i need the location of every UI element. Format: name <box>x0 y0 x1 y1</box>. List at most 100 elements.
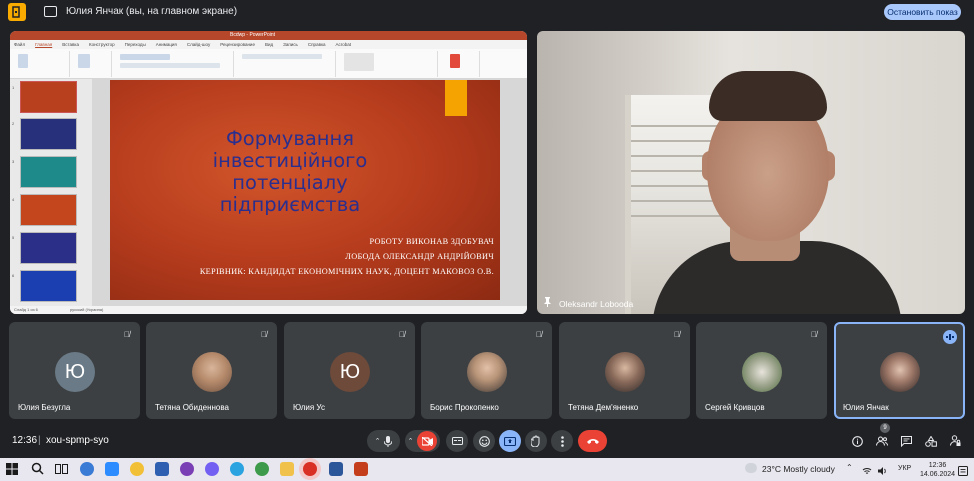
system-clock[interactable]: 12:36 14.06.2024 <box>920 461 955 479</box>
present-screen-button[interactable] <box>499 430 521 452</box>
avatar <box>742 352 782 392</box>
speaker-name: Oleksandr Lobooda <box>559 299 634 309</box>
captions-button[interactable] <box>446 430 468 452</box>
ribbon-tab[interactable]: Конструктор <box>89 42 115 47</box>
powerpoint-statusbar: Слайд 1 из 6 русский (Украина) <box>10 306 527 314</box>
shapes-icon <box>925 435 937 447</box>
word-icon[interactable] <box>329 462 343 476</box>
shared-screen-tile[interactable]: Bcdwp - PowerPoint Файл Главная Вставка … <box>10 31 527 314</box>
meeting-controls-bar: 12:36 | xou-spmp-syo ⌃ ⌃ <box>0 425 974 458</box>
mic-off-icon: 🎙̸ <box>674 330 680 339</box>
app-icon[interactable] <box>155 462 169 476</box>
zoom-icon[interactable] <box>105 462 119 476</box>
paragraph-buttons[interactable] <box>242 54 322 59</box>
main-speaker-video-tile[interactable]: Oleksandr Lobooda <box>537 31 965 314</box>
slide-accent-bar <box>445 80 467 116</box>
more-options-button[interactable] <box>551 430 573 452</box>
participant-tile[interactable]: 🎙̸ Тетяна Дем'яненко <box>559 322 690 419</box>
slide-thumbnail[interactable] <box>20 118 77 150</box>
avatar <box>605 352 645 392</box>
camera-off-icon <box>417 431 438 451</box>
ribbon-tab[interactable]: Файл <box>14 42 25 47</box>
slide-thumbnail[interactable] <box>20 194 77 226</box>
meeting-details-button[interactable] <box>846 430 868 452</box>
participant-name: Тетяна Дем'яненко <box>568 403 639 412</box>
paste-icon[interactable] <box>18 54 28 68</box>
pin-icon[interactable] <box>543 297 552 309</box>
reactions-button[interactable] <box>473 430 495 452</box>
leave-call-button[interactable] <box>578 430 607 452</box>
raise-hand-button[interactable] <box>525 430 547 452</box>
file-explorer-icon[interactable] <box>280 462 294 476</box>
camera-button[interactable]: ⌃ <box>405 430 440 452</box>
app-icon[interactable] <box>130 462 144 476</box>
windows-start-icon[interactable] <box>6 462 20 476</box>
participant-tile-self[interactable]: Юлия Янчак <box>834 322 965 419</box>
shapes-gallery[interactable] <box>344 53 374 71</box>
app-icon[interactable] <box>180 462 194 476</box>
edge-browser-icon[interactable] <box>80 462 94 476</box>
input-language[interactable]: УКР <box>898 465 911 472</box>
viber-icon[interactable] <box>205 462 219 476</box>
chevron-up-icon: ⌃ <box>407 438 414 445</box>
chrome-icon[interactable] <box>303 462 317 476</box>
ribbon-tab[interactable]: Запись <box>283 42 298 47</box>
telegram-icon[interactable] <box>230 462 244 476</box>
microphone-icon <box>384 435 393 447</box>
participant-name: Юлия Янчак <box>843 403 889 412</box>
weather-text[interactable]: 23°C Mostly cloudy <box>762 464 835 474</box>
emoji-icon <box>478 435 490 447</box>
activities-button[interactable] <box>920 430 942 452</box>
font-format-buttons[interactable] <box>120 63 220 68</box>
host-controls-button[interactable] <box>944 430 966 452</box>
acrobat-pdf-icon[interactable] <box>450 54 460 68</box>
clock-date: 14.06.2024 <box>920 471 956 478</box>
participant-name: Борис Прокопенко <box>430 403 499 412</box>
ribbon-tab[interactable]: Переходы <box>125 42 146 47</box>
ribbon-tab[interactable]: Главная <box>35 42 52 47</box>
participant-tile[interactable]: 🎙̸ Сергей Кривцов <box>696 322 827 419</box>
notifications-icon[interactable] <box>958 463 968 476</box>
task-view-icon[interactable] <box>55 462 69 476</box>
more-vert-icon <box>560 435 564 447</box>
new-slide-icon[interactable] <box>78 54 90 68</box>
app-icon[interactable] <box>255 462 269 476</box>
microphone-button[interactable]: ⌃ <box>367 430 400 452</box>
search-icon[interactable] <box>31 462 45 476</box>
ribbon-tab[interactable]: Вид <box>265 42 273 47</box>
chevron-up-icon[interactable]: ⌃ <box>846 463 856 473</box>
ribbon-tab[interactable]: Справка <box>308 42 326 47</box>
status-language: русский (Украина) <box>70 307 104 312</box>
current-slide[interactable]: Формування інвестиційного потенціалу під… <box>110 80 500 300</box>
ribbon-tabs: Файл Главная Вставка Конструктор Переход… <box>10 40 527 49</box>
participant-name: Юлия Ус <box>293 403 325 412</box>
slide-thumbnail[interactable] <box>20 232 77 264</box>
ribbon-tab[interactable]: Acrobat <box>336 42 352 47</box>
hand-icon <box>531 435 540 447</box>
participant-tile[interactable]: 🎙̸ Борис Прокопенко <box>421 322 552 419</box>
ribbon-tab[interactable]: Рецензирование <box>220 42 255 47</box>
font-selector[interactable] <box>120 54 170 60</box>
stop-presenting-button[interactable]: Остановить показ <box>884 4 961 20</box>
powerpoint-icon[interactable] <box>354 462 368 476</box>
meet-logo-icon <box>8 3 26 21</box>
presenting-screen-icon <box>44 6 57 17</box>
slide-thumbnail[interactable] <box>20 81 77 113</box>
participant-tile[interactable]: 🎙̸ Ю Юлия Ус <box>284 322 415 419</box>
slide-thumbnail[interactable] <box>20 270 77 302</box>
participant-tile[interactable]: 🎙̸ Ю Юлия Безугла <box>9 322 140 419</box>
meeting-clock: 12:36 <box>12 435 38 446</box>
participant-tile[interactable]: 🎙̸ Тетяна Обиденнова <box>146 322 277 419</box>
weather-cloud-icon <box>745 463 757 473</box>
windows-taskbar: 23°C Mostly cloudy ⌃ УКР 12:36 14.06.202… <box>0 458 974 481</box>
network-icon[interactable] <box>862 463 872 474</box>
volume-icon[interactable] <box>878 463 888 475</box>
avatar <box>880 352 920 392</box>
slide-thumbnail[interactable] <box>20 156 77 188</box>
chat-button[interactable] <box>895 430 917 452</box>
people-button[interactable] <box>871 430 893 452</box>
ribbon-tab[interactable]: Вставка <box>62 42 79 47</box>
ribbon-tab[interactable]: Анимация <box>156 42 177 47</box>
ribbon-tab[interactable]: Слайд-шоу <box>187 42 210 47</box>
chevron-up-icon: ⌃ <box>374 438 381 445</box>
